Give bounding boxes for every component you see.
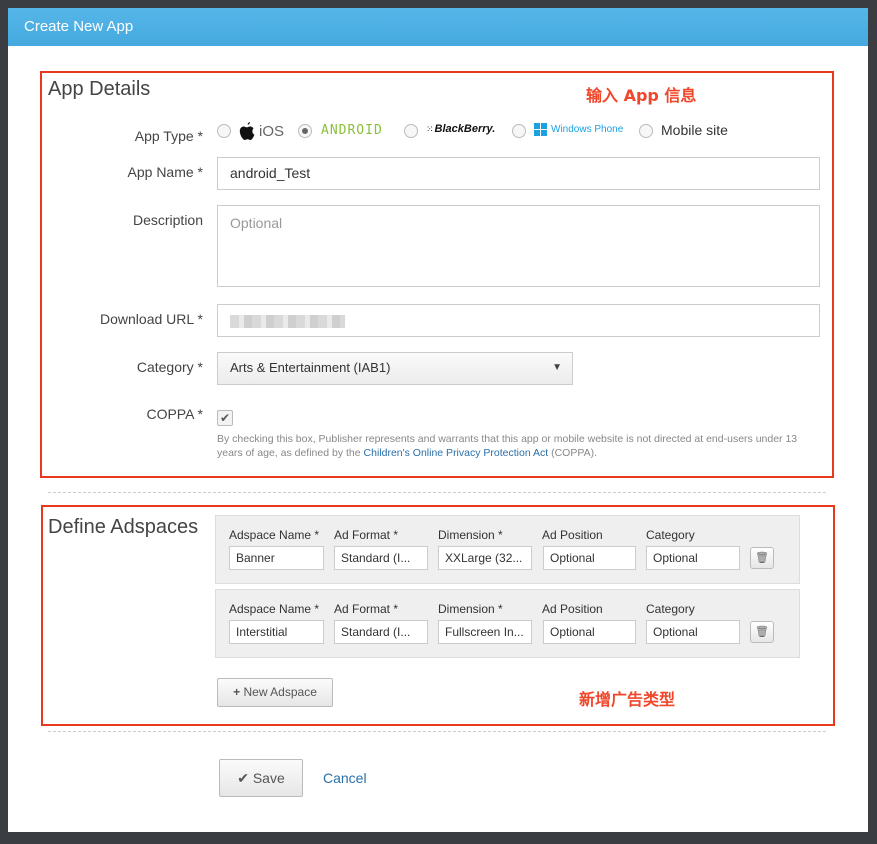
col-dimension: Dimension * [438, 528, 503, 542]
app-type-label: App Type * [134, 128, 203, 144]
dimension-select[interactable]: Fullscreen In... [438, 620, 532, 644]
save-label: Save [252, 770, 285, 786]
app-name-input[interactable]: android_Test [217, 157, 820, 190]
ad-position-input[interactable]: Optional [543, 546, 636, 570]
adspaces-annotation: 新增广告类型 [579, 690, 676, 709]
category-label: Category * [136, 359, 203, 375]
ios-label: iOS [259, 122, 285, 140]
trash-icon: 🗑 [755, 626, 769, 638]
blackberry-option[interactable]: ⁙ BlackBerry. [426, 123, 495, 135]
col-adspace-name: Adspace Name * [229, 602, 320, 616]
coppa-text-end: (COPPA). [548, 447, 597, 459]
app-details-annotation: 输入 App 信息 [586, 86, 697, 105]
blackberry-label: BlackBerry. [434, 123, 496, 135]
coppa-label: COPPA * [146, 406, 203, 422]
delete-adspace-button[interactable]: 🗑 [750, 621, 774, 643]
adspace-name-input[interactable]: Interstitial [229, 620, 324, 644]
blackberry-icon: ⁙ [426, 123, 433, 134]
col-ad-format: Ad Format * [334, 602, 399, 616]
ios-radio[interactable] [217, 124, 231, 138]
new-adspace-label: New Adspace [243, 685, 317, 699]
ios-option[interactable]: iOS [239, 120, 284, 142]
col-ad-format: Ad Format * [334, 528, 399, 542]
download-url-label: Download URL * [100, 311, 203, 327]
save-button[interactable]: ✔ Save [219, 759, 303, 797]
mobile-site-label[interactable]: Mobile site [661, 122, 728, 138]
ad-format-select[interactable]: Standard (I... [334, 546, 428, 570]
plus-icon: + [233, 685, 241, 699]
app-name-label: App Name * [127, 164, 203, 180]
cancel-link[interactable]: Cancel [323, 770, 367, 786]
checkmark-icon: ✔ [237, 770, 249, 786]
modal-title: Create New App [24, 18, 134, 35]
category-value: Arts & Entertainment (IAB1) [230, 360, 391, 375]
col-category: Category [646, 528, 695, 542]
dimension-select[interactable]: XXLarge (32... [438, 546, 532, 570]
col-ad-position: Ad Position [542, 602, 603, 616]
coppa-checkbox[interactable]: ✔ [217, 410, 233, 426]
category-select[interactable]: Arts & Entertainment (IAB1) ▼ [217, 352, 573, 385]
redacted-url [230, 315, 345, 328]
windows-phone-option[interactable]: Windows Phone [534, 123, 623, 136]
ad-category-input[interactable]: Optional [646, 620, 740, 644]
trash-icon: 🗑 [755, 552, 769, 564]
new-adspace-button[interactable]: + New Adspace [217, 678, 333, 707]
description-textarea[interactable]: Optional [217, 205, 820, 287]
col-ad-position: Ad Position [542, 528, 603, 542]
checkmark-icon: ✔ [219, 411, 231, 425]
description-label: Description [132, 212, 203, 228]
divider [48, 731, 826, 732]
windows-icon [534, 123, 547, 136]
coppa-link[interactable]: Children's Online Privacy Protection Act [364, 447, 549, 459]
delete-adspace-button[interactable]: 🗑 [750, 547, 774, 569]
col-dimension: Dimension * [438, 602, 503, 616]
android-radio[interactable] [298, 124, 312, 138]
mobile-site-radio[interactable] [639, 124, 653, 138]
windows-phone-label: Windows Phone [551, 124, 624, 135]
android-label[interactable]: ANDROID [321, 123, 383, 138]
app-details-title: App Details [48, 78, 151, 100]
coppa-description: By checking this box, Publisher represen… [217, 432, 817, 460]
ad-position-input[interactable]: Optional [543, 620, 636, 644]
blackberry-radio[interactable] [404, 124, 418, 138]
modal-header: Create New App [8, 8, 868, 46]
download-url-input[interactable] [217, 304, 820, 337]
ad-format-select[interactable]: Standard (I... [334, 620, 428, 644]
adspaces-title: Define Adspaces [48, 516, 199, 538]
chevron-down-icon: ▼ [552, 362, 562, 373]
windows-phone-radio[interactable] [512, 124, 526, 138]
create-app-modal: Create New App App Details 输入 App 信息 App… [8, 8, 868, 832]
col-adspace-name: Adspace Name * [229, 528, 320, 542]
ad-category-input[interactable]: Optional [646, 546, 740, 570]
adspace-name-input[interactable]: Banner [229, 546, 324, 570]
col-category: Category [646, 602, 695, 616]
apple-icon [239, 122, 255, 140]
divider [48, 492, 826, 493]
